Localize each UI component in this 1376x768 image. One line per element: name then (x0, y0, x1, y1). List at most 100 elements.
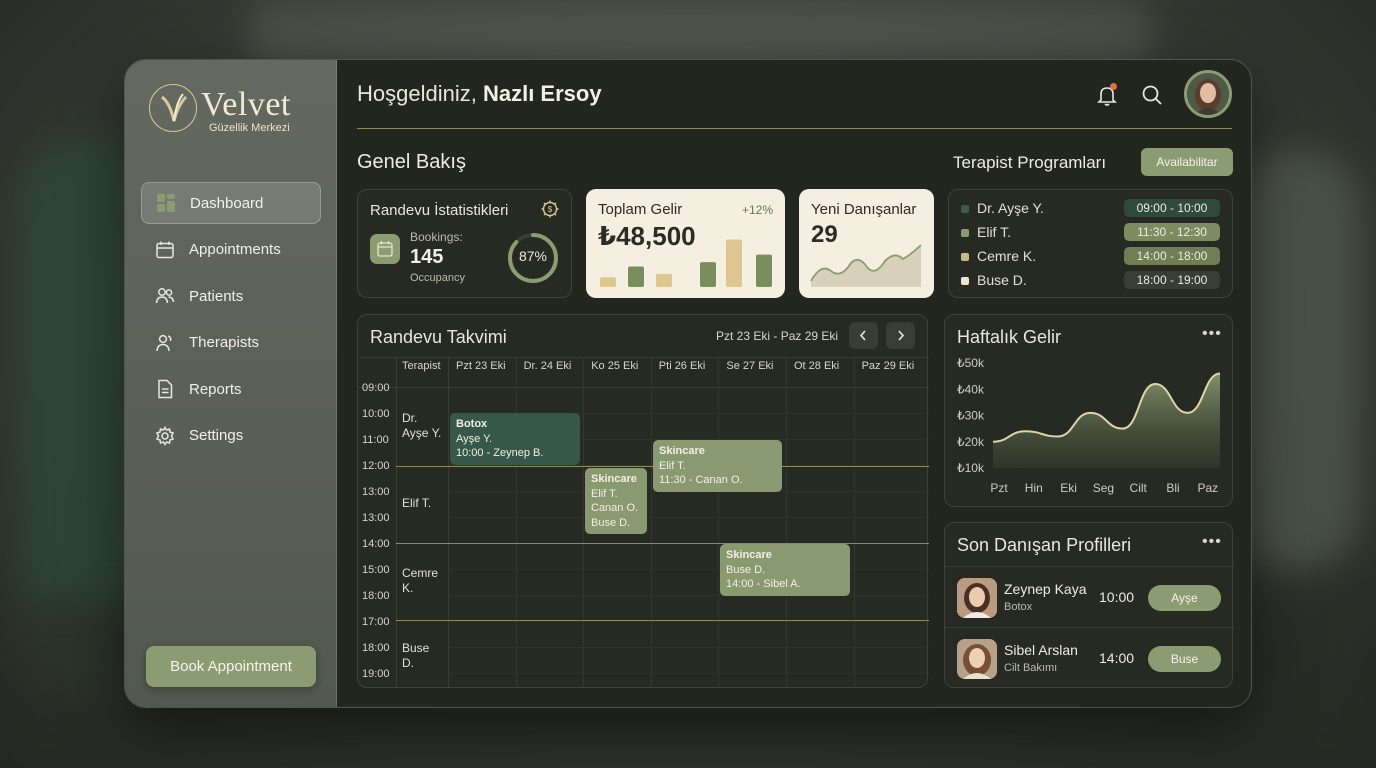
therapist-row-label: Dr. Ayşe Y. (402, 411, 442, 440)
day-column-header[interactable]: Ot 28 Eki (794, 360, 839, 372)
more-options-icon[interactable]: ••• (1202, 533, 1222, 551)
grid-line (358, 357, 929, 358)
x-tick-label: Bli (1166, 481, 1179, 495)
time-label: 09:00 (362, 382, 390, 394)
appointment-block[interactable]: Skincare Elif T. Canan O. Buse D. (585, 468, 647, 534)
therapist-color-dot (961, 253, 969, 261)
therapist-row-label: Elif T. (402, 496, 432, 510)
appointment-title: Skincare (591, 473, 637, 485)
time-label: 13:00 (362, 512, 390, 524)
grid-line (396, 357, 397, 687)
total-revenue-card: Toplam Gelir +12% ₺48,500 (586, 189, 785, 298)
x-tick-label: Cilt (1130, 481, 1148, 495)
occupancy-percent: 87% (518, 248, 548, 264)
list-item[interactable]: Zeynep Kaya Botox 10:00 Ayşe (945, 568, 1233, 628)
day-column-header[interactable]: Dr. 24 Eki (524, 360, 572, 372)
therapist-badge-button[interactable]: Ayşe (1148, 585, 1221, 611)
appointment-title: Botox (456, 418, 488, 430)
appointment-block[interactable]: Botox Ayşe Y. 10:00 - Zeynep B. (450, 413, 580, 465)
appointment-stats-card: Randevu İstatistikleri $ Bookings: 145 O… (357, 189, 572, 298)
brand-name: Velvet (201, 86, 291, 123)
user-group-icon (155, 333, 175, 353)
appointment-block[interactable]: Skincare Buse D. 14:00 - Sibel A. (720, 544, 850, 596)
time-label: 10:00 (362, 408, 390, 420)
therapist-badge-button[interactable]: Buse (1148, 646, 1221, 672)
more-options-icon[interactable]: ••• (1202, 325, 1222, 343)
therapist-row[interactable]: Elif T. 11:30 - 12:30 (961, 223, 1223, 243)
therapist-row[interactable]: Cemre K. 14:00 - 18:00 (961, 247, 1223, 267)
appointment-title: Skincare (726, 549, 772, 561)
sidebar-item-therapists[interactable]: Therapists (141, 322, 321, 364)
user-avatar[interactable] (1184, 70, 1232, 118)
time-label: 11:00 (362, 434, 389, 446)
new-clients-sparkline (810, 244, 922, 287)
calendar-icon (155, 240, 175, 260)
settings-gear-icon[interactable]: $ (540, 199, 560, 219)
users-icon (155, 286, 175, 306)
search-icon[interactable] (1140, 83, 1164, 107)
grid-line (448, 517, 929, 518)
time-label: 18:00 (362, 590, 390, 602)
time-label: 12:00 (362, 460, 390, 472)
logo-v-mark (149, 84, 197, 132)
therapist-row[interactable]: Dr. Ayşe Y. 09:00 - 10:00 (961, 199, 1223, 219)
appointment-detail: Buse D. (726, 563, 766, 576)
grid-line (396, 620, 929, 621)
document-icon (155, 379, 175, 399)
revenue-bar (756, 254, 772, 287)
header-divider (357, 128, 1232, 129)
grid-line (853, 357, 855, 687)
sidebar-item-dashboard[interactable]: Dashboard (141, 182, 321, 224)
brand-logo: Velvet Güzellik Merkezi (149, 84, 329, 140)
client-time: 14:00 (1099, 650, 1135, 666)
day-column-header[interactable]: Ko 25 Eki (591, 360, 638, 372)
revenue-bar (628, 266, 644, 287)
therapist-name: Buse D. (977, 272, 1027, 288)
list-item[interactable]: Sibel Arslan Cilt Bakımı 14:00 Buse (945, 629, 1233, 689)
x-tick-label: Paz (1197, 481, 1218, 495)
day-column-header[interactable]: Pti 26 Eki (659, 360, 705, 372)
weekly-revenue-card: Haftalık Gelir ••• ₺50k ₺40k ₺30k ₺20k ₺10k P… (944, 314, 1233, 507)
appointment-detail: Elif T. (659, 459, 686, 472)
bookings-label: Bookings: (410, 230, 463, 244)
grid-line (358, 387, 929, 388)
appointment-detail: Buse D. (591, 516, 631, 529)
sidebar-item-label: Settings (189, 427, 244, 444)
sidebar-item-settings[interactable]: Settings (141, 415, 321, 457)
time-label: 13:00 (362, 486, 390, 498)
recent-profiles-card: Son Danışan Profilleri ••• Zeynep Kaya B… (944, 522, 1234, 689)
x-tick-label: Pzt (990, 481, 1008, 495)
y-tick-label: ₺40k (957, 382, 985, 396)
bookings-value: 145 (410, 246, 444, 268)
grid-line (515, 357, 517, 687)
appointment-detail: Canan O. (591, 502, 639, 514)
availability-button[interactable]: Availabilitar (1141, 148, 1233, 176)
sidebar-item-appointments[interactable]: Appointments (141, 229, 321, 271)
avatar (957, 578, 997, 618)
day-column-header[interactable]: Se 27 Eki (726, 360, 773, 372)
occupancy-label: Occupancy (410, 272, 466, 284)
appointment-block[interactable]: Skincare Elif T. 11:30 - Canan O. (653, 440, 782, 492)
greeting: Hoşgeldiniz, Nazlı Ersoy (357, 81, 602, 107)
time-label: 19:00 (362, 668, 390, 680)
sidebar-item-reports[interactable]: Reports (141, 368, 321, 410)
appointment-detail: 14:00 - Sibel A. (726, 578, 801, 590)
book-appointment-button[interactable]: Book Appointment (146, 646, 316, 687)
dashboard-icon (156, 193, 176, 213)
therapist-time-slot: 11:30 - 12:30 (1124, 223, 1220, 241)
x-tick-label: Eki (1060, 481, 1077, 495)
appointment-detail: Ayşe Y. (456, 432, 493, 445)
sidebar-item-patients[interactable]: Patients (141, 275, 321, 317)
sidebar: Velvet Güzellik Merkezi Dashboard Appoin… (125, 60, 337, 707)
grid-line (650, 357, 652, 687)
day-column-header[interactable]: Paz 29 Eki (862, 360, 915, 372)
therapist-color-dot (961, 229, 969, 237)
notification-dot (1110, 83, 1117, 90)
therapist-name: Cemre K. (977, 248, 1037, 264)
therapist-row-label: Buse D. (402, 641, 430, 670)
revenue-bar (726, 239, 742, 287)
appointment-detail: 10:00 - Zeynep B. (456, 447, 544, 459)
day-column-header[interactable]: Pzt 23 Eki (456, 360, 506, 372)
therapist-row[interactable]: Buse D. 18:00 - 19:00 (961, 271, 1223, 291)
greeting-text: Hoşgeldiniz, (357, 81, 477, 106)
